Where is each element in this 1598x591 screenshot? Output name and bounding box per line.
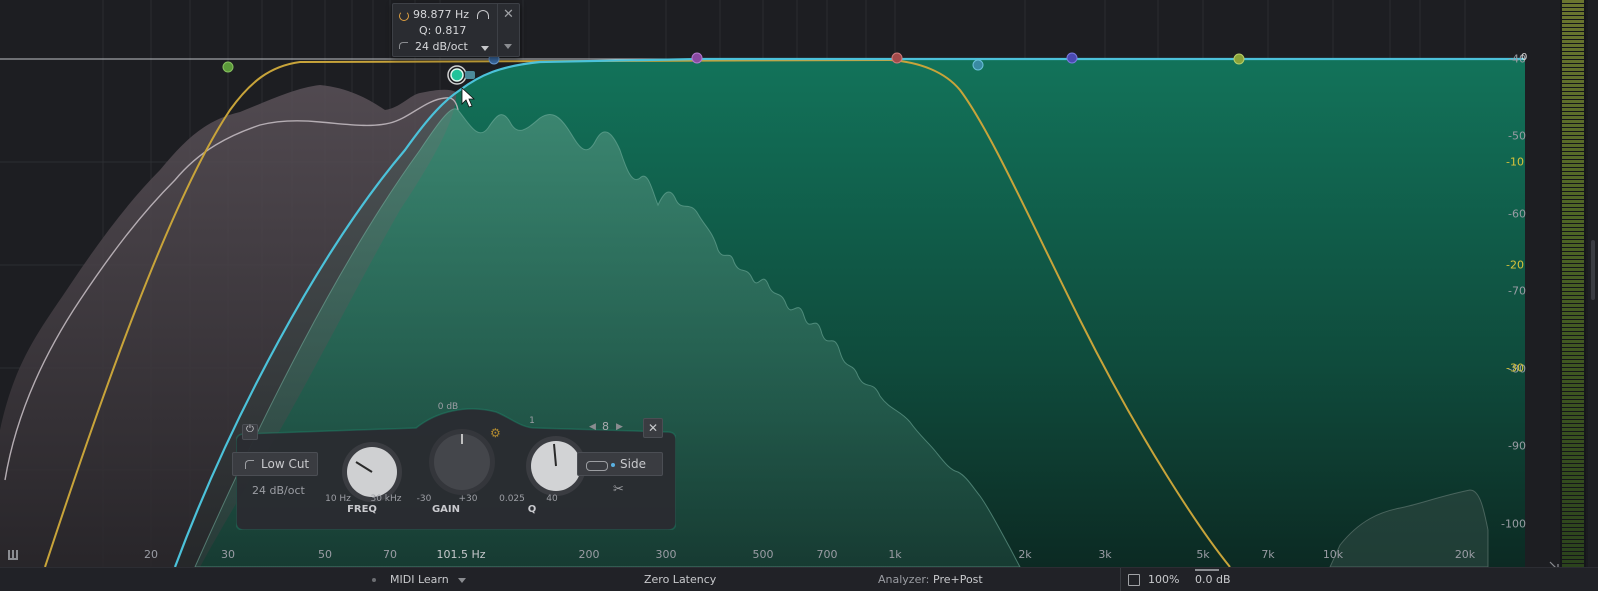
status-bar: MIDI Learn Zero Latency Analyzer: Pre+Po… bbox=[0, 567, 1598, 591]
tooltip-slope[interactable]: 24 dB/oct bbox=[415, 40, 468, 53]
output-gain[interactable]: 0.0 dB bbox=[1195, 573, 1231, 586]
gain-knob-title: GAIN bbox=[431, 504, 461, 515]
status-separator bbox=[1120, 568, 1121, 591]
freq-label: 20k bbox=[1454, 548, 1476, 561]
meter-bars bbox=[1562, 0, 1584, 567]
freq-label: 70 bbox=[383, 548, 397, 561]
freq-label: 3k bbox=[1098, 548, 1112, 561]
slope-label[interactable]: 24 dB/oct bbox=[252, 484, 305, 497]
db-label: -50 bbox=[1508, 129, 1526, 143]
freq-knob[interactable] bbox=[342, 442, 402, 502]
power-glyph: ⏻ bbox=[246, 424, 254, 435]
freq-label: 30 bbox=[221, 548, 235, 561]
band-tooltip: 98.877 Hz Q: 0.817 24 dB/oct ✕ bbox=[392, 3, 520, 57]
chevron-down-icon[interactable] bbox=[458, 578, 466, 583]
q-min-label: 0.025 bbox=[499, 494, 525, 504]
lowcut-shape-icon bbox=[245, 460, 254, 469]
q-top-label: 1 bbox=[529, 416, 535, 426]
freq-label: 500 bbox=[752, 548, 774, 561]
latency-mode-button[interactable]: Zero Latency bbox=[644, 573, 716, 586]
midi-learn-button[interactable]: MIDI Learn bbox=[390, 573, 449, 586]
gain-min-label: -30 bbox=[416, 494, 432, 504]
freq-label: 7k bbox=[1261, 548, 1275, 561]
piano-icon[interactable] bbox=[8, 550, 18, 560]
freq-min-label: 10 Hz bbox=[325, 494, 351, 504]
db-label: -100 bbox=[1501, 517, 1526, 531]
midi-panel-icon[interactable] bbox=[1128, 574, 1140, 586]
band-number: 8 bbox=[602, 420, 609, 433]
chevron-down-icon[interactable] bbox=[504, 44, 512, 49]
stereo-placement-button[interactable]: Side bbox=[577, 452, 663, 476]
eq-graph[interactable] bbox=[0, 0, 1560, 567]
freq-label: 2k bbox=[1018, 548, 1032, 561]
db-label: -70 bbox=[1508, 284, 1526, 298]
q-knob-title: Q bbox=[527, 504, 537, 515]
prev-band-icon[interactable]: ◀ bbox=[589, 422, 596, 432]
gain-slider-track[interactable] bbox=[1195, 569, 1219, 571]
scroll-thumb[interactable] bbox=[1591, 240, 1595, 300]
gain-top-label: 0 dB bbox=[437, 402, 459, 412]
next-band-icon[interactable]: ▶ bbox=[616, 422, 623, 432]
stereo-mode-label: Side bbox=[620, 457, 646, 471]
band-node-1[interactable] bbox=[222, 61, 234, 73]
gain-max-label: +30 bbox=[458, 494, 478, 504]
freq-label: 5k bbox=[1196, 548, 1210, 561]
band-node-3[interactable] bbox=[691, 52, 703, 64]
db-label: -60 bbox=[1508, 207, 1526, 221]
gain-knob[interactable] bbox=[429, 429, 495, 495]
freq-label: 10k bbox=[1322, 548, 1344, 561]
tooltip-q: Q: 0.817 bbox=[419, 24, 467, 37]
freq-label: 20 bbox=[144, 548, 158, 561]
chevron-down-icon[interactable] bbox=[481, 46, 489, 51]
selected-band-node[interactable] bbox=[450, 68, 464, 82]
band-control-panel: ⏻ Low Cut 24 dB/oct 10 Hz 30 kHz FREQ 0 … bbox=[232, 402, 676, 530]
db-label: -90 bbox=[1508, 439, 1526, 453]
freq-label: 700 bbox=[816, 548, 838, 561]
output-level-meter bbox=[1560, 0, 1586, 567]
stereo-link-icon bbox=[586, 461, 608, 471]
vertical-scrollbar[interactable] bbox=[1588, 0, 1598, 567]
gain-label: -10 bbox=[1506, 155, 1524, 169]
midi-indicator-icon bbox=[372, 578, 376, 582]
analyzer-label: Analyzer: bbox=[878, 573, 930, 586]
freq-label: 1k bbox=[888, 548, 902, 561]
close-icon[interactable]: ✕ bbox=[503, 7, 514, 22]
band-node-7[interactable] bbox=[1233, 53, 1245, 65]
selected-band-badge bbox=[465, 71, 475, 79]
freq-label: 50 bbox=[318, 548, 332, 561]
gain-label: -30 bbox=[1506, 361, 1524, 375]
gain-label: -20 bbox=[1506, 258, 1524, 272]
filter-shape-icon bbox=[399, 42, 408, 49]
gain-zero-label: 0 bbox=[1521, 52, 1528, 63]
active-dot-icon bbox=[611, 463, 615, 467]
band-node-5[interactable] bbox=[972, 59, 984, 71]
power-icon[interactable] bbox=[399, 11, 409, 21]
filter-type-button[interactable]: Low Cut bbox=[232, 452, 318, 476]
band-node-6[interactable] bbox=[1066, 52, 1078, 64]
analyzer-mode-button[interactable]: Pre+Post bbox=[933, 573, 983, 586]
freq-label: 300 bbox=[655, 548, 677, 561]
freq-label: 200 bbox=[578, 548, 600, 561]
zoom-level[interactable]: 100% bbox=[1148, 573, 1179, 586]
scissors-icon[interactable]: ✂ bbox=[613, 482, 624, 497]
tooltip-separator bbox=[497, 4, 498, 56]
close-band-icon[interactable]: ✕ bbox=[643, 418, 663, 438]
freq-label-hover: 101.5 Hz bbox=[436, 548, 486, 561]
eq-plugin-window: 20 30 50 70 101.5 Hz 200 300 500 700 1k … bbox=[0, 0, 1598, 591]
band-node-4[interactable] bbox=[891, 52, 903, 64]
filter-type-label: Low Cut bbox=[261, 457, 310, 471]
dynamic-eq-gear-icon[interactable]: ⚙ bbox=[490, 426, 501, 440]
freq-knob-title: FREQ bbox=[347, 504, 377, 515]
tooltip-frequency: 98.877 Hz bbox=[413, 8, 470, 21]
headphones-icon[interactable] bbox=[477, 10, 489, 19]
